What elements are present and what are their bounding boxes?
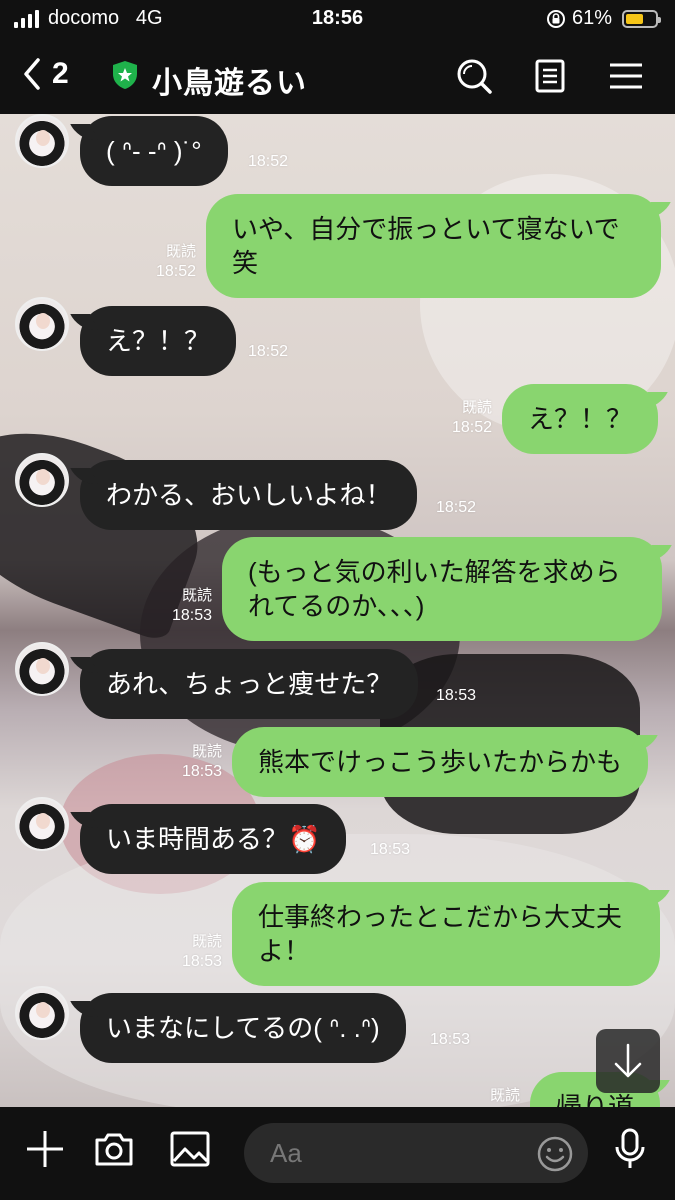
- message-time: 18:53: [436, 687, 477, 704]
- battery-percent: 61%: [572, 7, 613, 29]
- battery-icon: [622, 10, 661, 28]
- message-meta: 既読 18:53: [166, 742, 222, 782]
- chevron-left-icon: [24, 58, 40, 90]
- rotation-lock-icon: [547, 10, 565, 28]
- avatar[interactable]: [15, 453, 69, 507]
- message-meta: 既読 18:52: [140, 242, 196, 282]
- message-time: 18:52: [155, 263, 196, 280]
- scroll-to-bottom-button[interactable]: [596, 1029, 660, 1093]
- status-bar: docomo 4G 18:56 61%: [0, 0, 675, 38]
- message-time: 18:52: [248, 343, 289, 360]
- chat-area[interactable]: ( ᐢ- -ᐢ )˙° 18:52 既読 18:52 いや、自分で振っといて寝な…: [0, 114, 675, 1107]
- message-time: 18:52: [436, 499, 477, 516]
- sent-message[interactable]: 仕事終わったとこだから大丈夫 よ！: [232, 882, 660, 986]
- back-button[interactable]: 2: [20, 56, 69, 92]
- image-icon[interactable]: [168, 1127, 212, 1171]
- read-receipt: 既読: [191, 933, 222, 950]
- search-icon[interactable]: [454, 56, 494, 96]
- message-time: 18:52: [248, 153, 289, 170]
- avatar[interactable]: [15, 642, 69, 696]
- shield-star-icon: [113, 61, 137, 89]
- message-time: 18:52: [451, 419, 492, 436]
- menu-icon[interactable]: [606, 56, 646, 96]
- message-input-bar: [0, 1107, 675, 1200]
- message-meta: 既読: [464, 1086, 520, 1106]
- sent-message[interactable]: 熊本でけっこう歩いたからかも: [232, 727, 649, 797]
- sent-message[interactable]: いや、自分で振っといて寝ないで 笑: [206, 194, 661, 298]
- message-time: 18:53: [430, 1031, 471, 1048]
- message-meta: 既読 18:53: [166, 932, 222, 972]
- message-meta: 既読 18:53: [156, 586, 212, 626]
- sent-message[interactable]: (もっと気の利いた解答を求めら れてるのか、、、): [222, 537, 662, 641]
- message-meta: 既読 18:52: [436, 398, 492, 438]
- chat-title: 小鳥遊るい: [152, 67, 307, 100]
- chat-header: 2 小鳥遊るい: [0, 38, 675, 114]
- read-receipt: 既読: [461, 399, 492, 416]
- message-time: 18:53: [181, 953, 222, 970]
- back-count: 2: [52, 57, 69, 90]
- avatar[interactable]: [15, 986, 69, 1040]
- read-receipt: 既読: [489, 1087, 520, 1104]
- message-time: 18:53: [181, 763, 222, 780]
- mic-icon[interactable]: [608, 1127, 652, 1171]
- received-message[interactable]: いまなにしてるの( ᐢ. .ᐢ): [80, 993, 406, 1063]
- avatar[interactable]: [15, 797, 69, 851]
- avatar[interactable]: [15, 297, 69, 351]
- message-time: 18:53: [370, 841, 411, 858]
- read-receipt: 既読: [181, 587, 212, 604]
- avatar[interactable]: [15, 114, 69, 168]
- arrow-down-icon: [614, 1043, 642, 1078]
- camera-icon[interactable]: [92, 1127, 136, 1171]
- received-message[interactable]: いま時間ある？⏰: [80, 804, 347, 874]
- received-message[interactable]: え？！？: [80, 306, 237, 376]
- note-icon[interactable]: [530, 56, 570, 96]
- sent-message[interactable]: え？！？: [502, 384, 659, 454]
- received-message[interactable]: ( ᐢ- -ᐢ )˙°: [80, 116, 228, 186]
- read-receipt: 既読: [191, 743, 222, 760]
- read-receipt: 既読: [165, 243, 196, 260]
- message-time: 18:53: [171, 607, 212, 624]
- plus-icon[interactable]: [23, 1127, 67, 1171]
- received-message[interactable]: わかる、おいしいよね！: [80, 460, 418, 530]
- received-message[interactable]: あれ、ちょっと痩せた？: [80, 649, 419, 719]
- emoji-icon[interactable]: [536, 1135, 574, 1173]
